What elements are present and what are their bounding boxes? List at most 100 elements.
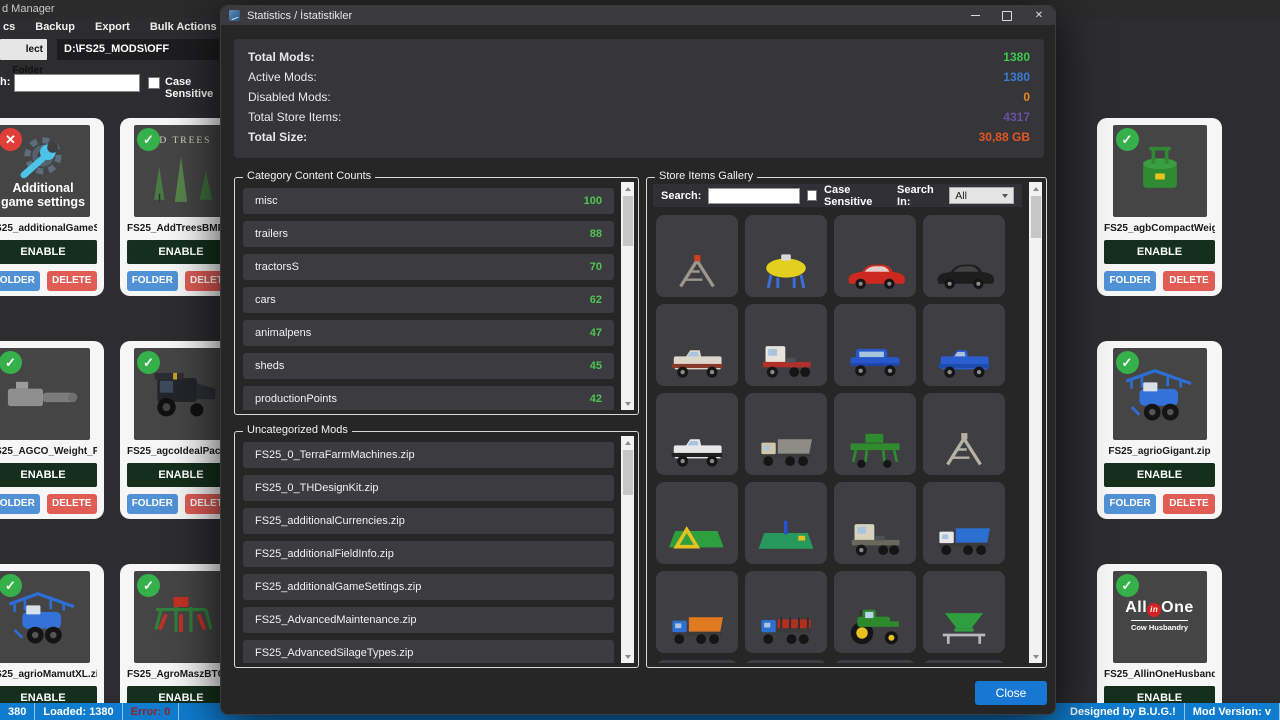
folder-button[interactable]: FOLDER xyxy=(1104,271,1156,291)
menu-item-cs[interactable]: cs xyxy=(3,21,15,33)
scrollbar-thumb[interactable] xyxy=(1031,196,1041,238)
store-item-tile[interactable] xyxy=(923,304,1005,386)
enable-button[interactable]: ENABLE xyxy=(1104,240,1215,264)
enable-button[interactable]: ENABLE xyxy=(0,240,97,264)
folder-button[interactable]: FOLDER xyxy=(0,494,40,514)
delete-button[interactable]: DELETE xyxy=(47,271,98,291)
semi-icon xyxy=(753,340,819,381)
store-item-tile[interactable] xyxy=(834,304,916,386)
store-item-tile[interactable] xyxy=(923,215,1005,297)
uncategorized-mod-row[interactable]: FS25_0_TerraFarmMachines.zip xyxy=(243,442,614,468)
search-in-dropdown[interactable]: All xyxy=(949,187,1014,204)
category-row[interactable]: tractorsS70 xyxy=(243,254,614,280)
scroll-up-icon[interactable] xyxy=(621,182,634,195)
menu-item-bulk-actions[interactable]: Bulk Actions xyxy=(150,21,217,33)
case-sensitive-checkbox[interactable] xyxy=(148,77,160,89)
store-item-tile[interactable] xyxy=(923,393,1005,475)
scroll-down-icon[interactable] xyxy=(621,397,634,410)
enable-button[interactable]: ENABLE xyxy=(1104,463,1215,487)
uncategorized-mod-row[interactable]: FS25_AdvancedMaintenance.zip xyxy=(243,607,614,633)
minimize-icon[interactable] xyxy=(959,6,991,25)
category-row[interactable]: misc100 xyxy=(243,188,614,214)
store-item-tile[interactable] xyxy=(745,482,827,564)
gallery-case-sensitive-checkbox[interactable] xyxy=(807,190,817,201)
mod-thumbnail xyxy=(1113,348,1207,440)
enable-button[interactable]: ENABLE xyxy=(127,463,235,487)
store-item-tile[interactable] xyxy=(656,571,738,653)
store-item-tile[interactable] xyxy=(923,660,1005,663)
card-button-row: FOLDERDELETE xyxy=(127,494,235,514)
category-row[interactable]: productionPoints42 xyxy=(243,386,614,410)
uncategorized-mod-row[interactable]: FS25_additionalCurrencies.zip xyxy=(243,508,614,534)
allinone-subtitle: Cow Husbandry xyxy=(1131,620,1188,632)
scrollbar-thumb[interactable] xyxy=(623,196,633,246)
store-item-tile[interactable] xyxy=(656,393,738,475)
frame-icon xyxy=(664,251,730,292)
category-counts-group: Category Content Counts misc100trailers8… xyxy=(234,177,639,415)
chevron-down-icon xyxy=(1002,194,1008,198)
delete-button[interactable]: DELETE xyxy=(47,494,98,514)
stat-value: 0 xyxy=(1023,90,1030,104)
menu-item-export[interactable]: Export xyxy=(95,21,130,33)
card-button-row: FOLDER DELETE xyxy=(1104,271,1215,291)
store-item-tile[interactable] xyxy=(745,393,827,475)
store-item-tile[interactable] xyxy=(745,571,827,653)
uncategorized-mod-row[interactable]: FS25_additionalGameSettings.zip xyxy=(243,574,614,600)
store-item-tile[interactable] xyxy=(656,660,738,663)
folder-button[interactable]: FOLDER xyxy=(0,271,40,291)
enable-button[interactable]: ENABLE xyxy=(0,463,97,487)
scrollbar-thumb[interactable] xyxy=(623,450,633,495)
uncategorized-scrollbar[interactable] xyxy=(621,436,634,663)
gallery-search-input[interactable] xyxy=(708,188,800,204)
close-icon[interactable] xyxy=(1023,6,1055,25)
menu-item-backup[interactable]: Backup xyxy=(35,21,75,33)
close-button[interactable]: Close xyxy=(975,681,1047,705)
uncategorized-mod-row[interactable]: FS25_0_THDesignKit.zip xyxy=(243,475,614,501)
store-item-tile[interactable] xyxy=(834,571,916,653)
category-row[interactable]: cars62 xyxy=(243,287,614,313)
delete-button[interactable]: DELETE xyxy=(1163,494,1215,514)
folder-button[interactable]: FOLDER xyxy=(127,271,178,291)
search-label: h: xyxy=(0,76,10,88)
card-button-row: FOLDERDELETE xyxy=(127,271,235,291)
folder-path-field[interactable]: D:\FS25_MODS\OFF xyxy=(57,39,219,60)
stat-row: Total Store Items:4317 xyxy=(234,107,1044,127)
store-item-tile[interactable] xyxy=(745,304,827,386)
delete-button[interactable]: DELETE xyxy=(1163,271,1215,291)
store-item-tile[interactable] xyxy=(656,304,738,386)
scroll-down-icon[interactable] xyxy=(1029,650,1042,663)
category-row[interactable]: trailers88 xyxy=(243,221,614,247)
status-separator xyxy=(178,703,179,720)
weight-icon xyxy=(2,367,84,421)
uncategorized-mod-row[interactable]: FS25_AdvancedSilageTypes.zip xyxy=(243,640,614,663)
scroll-down-icon[interactable] xyxy=(621,650,634,663)
store-item-tile[interactable] xyxy=(745,215,827,297)
scroll-up-icon[interactable] xyxy=(621,436,634,449)
select-folder-button[interactable]: lect Folder xyxy=(0,39,47,60)
category-row[interactable]: animalpens47 xyxy=(243,320,614,346)
store-item-tile[interactable] xyxy=(656,215,738,297)
store-item-tile[interactable] xyxy=(656,482,738,564)
store-item-tile[interactable] xyxy=(834,482,916,564)
scroll-up-icon[interactable] xyxy=(1029,182,1042,195)
enable-button[interactable]: ENABLE xyxy=(127,240,235,264)
mod-zip-name: FS25_additionalGameSettings.zip xyxy=(255,581,421,593)
gallery-scrollbar[interactable] xyxy=(1029,182,1042,663)
maximize-icon[interactable] xyxy=(991,6,1023,25)
category-row[interactable]: sheds45 xyxy=(243,353,614,379)
category-count: 42 xyxy=(590,393,602,405)
store-item-tile[interactable] xyxy=(923,482,1005,564)
search-input[interactable] xyxy=(14,74,140,92)
store-item-tile[interactable] xyxy=(834,215,916,297)
mod-card: FS25_AGCO_Weight_Push...ENABLEFOLDERDELE… xyxy=(0,341,104,519)
category-scrollbar[interactable] xyxy=(621,182,634,410)
folder-button[interactable]: FOLDER xyxy=(1104,494,1156,514)
store-item-tile[interactable] xyxy=(745,660,827,663)
folder-button[interactable]: FOLDER xyxy=(127,494,178,514)
store-item-tile[interactable] xyxy=(923,571,1005,653)
store-item-tile[interactable] xyxy=(834,393,916,475)
mod-filename: FS25_agrioGigant.zip xyxy=(1104,446,1215,457)
stat-label: Total Mods: xyxy=(248,50,314,64)
store-item-tile[interactable] xyxy=(834,660,916,663)
uncategorized-mod-row[interactable]: FS25_additionalFieldInfo.zip xyxy=(243,541,614,567)
